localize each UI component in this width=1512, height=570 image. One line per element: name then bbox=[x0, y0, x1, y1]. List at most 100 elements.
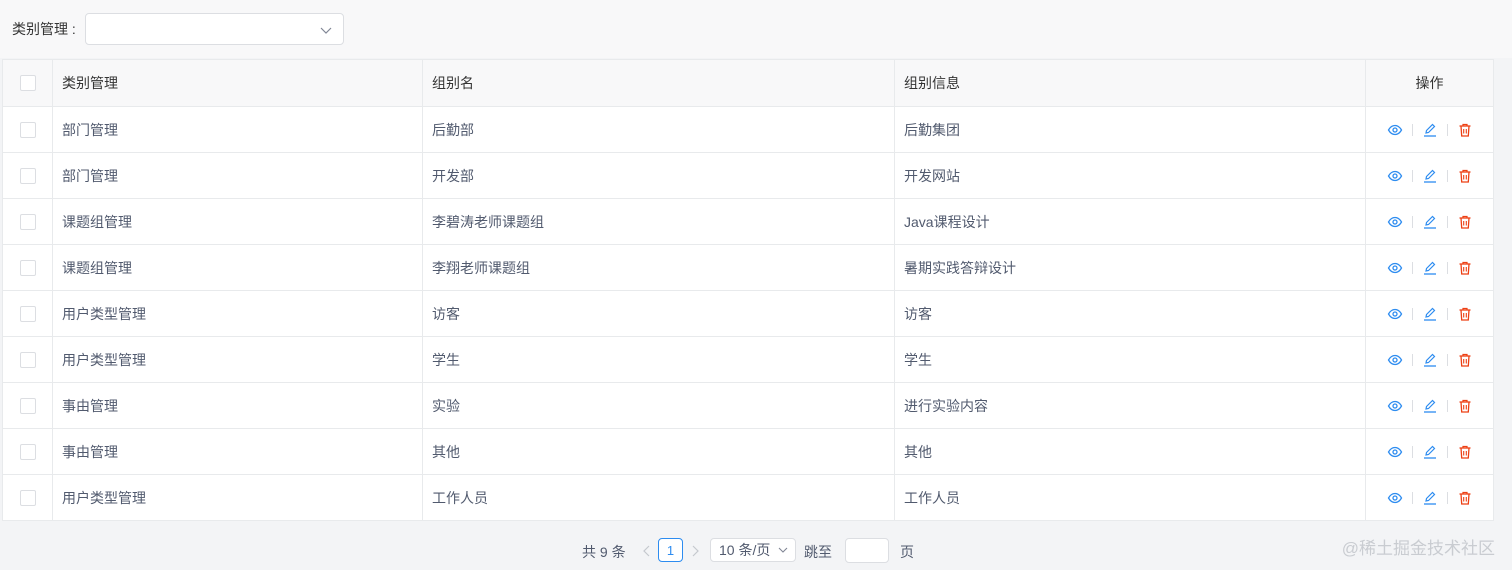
action-divider bbox=[1446, 261, 1448, 274]
table-header: 类别管理 组别名 组别信息 操作 bbox=[3, 60, 1493, 107]
table-row: 事由管理 实验 进行实验内容 bbox=[3, 383, 1493, 429]
edit-icon[interactable] bbox=[1421, 213, 1439, 231]
page-size-select[interactable]: 10 条/页 bbox=[710, 538, 796, 562]
action-divider bbox=[1446, 353, 1448, 366]
edit-icon[interactable] bbox=[1421, 489, 1439, 507]
column-header-category[interactable]: 类别管理 bbox=[53, 60, 423, 106]
row-checkbox-cell bbox=[3, 245, 53, 290]
row-group-info: 后勤集团 bbox=[895, 107, 1366, 152]
eye-icon[interactable] bbox=[1386, 397, 1404, 415]
trash-icon[interactable] bbox=[1456, 121, 1474, 139]
row-checkbox[interactable] bbox=[19, 305, 36, 322]
row-category: 部门管理 bbox=[53, 107, 423, 152]
row-actions bbox=[1366, 337, 1493, 382]
row-checkbox[interactable] bbox=[19, 259, 36, 276]
row-actions bbox=[1366, 107, 1493, 152]
row-checkbox-cell bbox=[3, 475, 53, 521]
row-checkbox-cell bbox=[3, 107, 53, 152]
row-actions bbox=[1366, 153, 1493, 198]
edit-icon[interactable] bbox=[1421, 397, 1439, 415]
jump-label: 跳至 bbox=[804, 544, 832, 560]
row-checkbox[interactable] bbox=[19, 121, 36, 138]
row-group-name: 李翔老师课题组 bbox=[423, 245, 895, 290]
eye-icon[interactable] bbox=[1386, 443, 1404, 461]
row-checkbox[interactable] bbox=[19, 213, 36, 230]
prev-page-icon[interactable] bbox=[640, 543, 654, 559]
eye-icon[interactable] bbox=[1386, 213, 1404, 231]
category-select[interactable] bbox=[85, 13, 344, 45]
row-checkbox[interactable] bbox=[19, 351, 36, 368]
row-checkbox-cell bbox=[3, 153, 53, 198]
row-group-info: 开发网站 bbox=[895, 153, 1366, 198]
filter-label: 类别管理 : bbox=[12, 21, 76, 37]
row-group-name: 学生 bbox=[423, 337, 895, 382]
trash-icon[interactable] bbox=[1456, 259, 1474, 277]
row-category: 课题组管理 bbox=[53, 245, 423, 290]
eye-icon[interactable] bbox=[1386, 489, 1404, 507]
table-row: 事由管理 其他 其他 bbox=[3, 429, 1493, 475]
row-group-info: 其他 bbox=[895, 429, 1366, 474]
action-divider bbox=[1446, 215, 1448, 228]
pagination: 共 9 条 1 10 条/页 跳至 页 bbox=[0, 537, 1512, 565]
row-category: 用户类型管理 bbox=[53, 475, 423, 521]
row-group-info: 学生 bbox=[895, 337, 1366, 382]
row-category: 用户类型管理 bbox=[53, 337, 423, 382]
column-header-group-name[interactable]: 组别名 bbox=[423, 60, 895, 106]
trash-icon[interactable] bbox=[1456, 351, 1474, 369]
row-actions bbox=[1366, 199, 1493, 244]
table-row: 用户类型管理 工作人员 工作人员 bbox=[3, 475, 1493, 521]
row-checkbox-cell bbox=[3, 337, 53, 382]
row-category: 用户类型管理 bbox=[53, 291, 423, 336]
action-divider bbox=[1411, 492, 1413, 504]
eye-icon[interactable] bbox=[1386, 167, 1404, 185]
row-category: 部门管理 bbox=[53, 153, 423, 198]
action-divider bbox=[1446, 169, 1448, 182]
edit-icon[interactable] bbox=[1421, 305, 1439, 323]
data-table: 类别管理 组别名 组别信息 操作 部门管理 后勤部 后勤集团 部门管理 开发部 开发网站… bbox=[2, 59, 1494, 521]
trash-icon[interactable] bbox=[1456, 213, 1474, 231]
trash-icon[interactable] bbox=[1456, 489, 1474, 507]
row-group-info: Java课程设计 bbox=[895, 199, 1366, 244]
edit-icon[interactable] bbox=[1421, 351, 1439, 369]
row-group-name: 工作人员 bbox=[423, 475, 895, 521]
row-category: 事由管理 bbox=[53, 429, 423, 474]
row-category: 事由管理 bbox=[53, 383, 423, 428]
table-row: 课题组管理 李翔老师课题组 暑期实践答辩设计 bbox=[3, 245, 1493, 291]
trash-icon[interactable] bbox=[1456, 167, 1474, 185]
edit-icon[interactable] bbox=[1421, 259, 1439, 277]
edit-icon[interactable] bbox=[1421, 121, 1439, 139]
action-divider bbox=[1446, 399, 1448, 412]
trash-icon[interactable] bbox=[1456, 305, 1474, 323]
eye-icon[interactable] bbox=[1386, 305, 1404, 323]
row-group-info: 访客 bbox=[895, 291, 1366, 336]
row-checkbox[interactable] bbox=[19, 397, 36, 414]
action-divider bbox=[1446, 445, 1448, 458]
column-header-actions: 操作 bbox=[1415, 75, 1444, 91]
row-group-name: 其他 bbox=[423, 429, 895, 474]
eye-icon[interactable] bbox=[1386, 259, 1404, 277]
row-checkbox[interactable] bbox=[19, 443, 36, 460]
row-checkbox[interactable] bbox=[19, 167, 36, 184]
jump-page-input[interactable] bbox=[845, 538, 889, 563]
next-page-icon[interactable] bbox=[688, 543, 702, 559]
edit-icon[interactable] bbox=[1421, 167, 1439, 185]
row-group-info: 暑期实践答辩设计 bbox=[895, 245, 1366, 290]
action-divider bbox=[1411, 353, 1413, 366]
row-checkbox-cell bbox=[3, 291, 53, 336]
row-checkbox-cell bbox=[3, 429, 53, 474]
row-actions bbox=[1366, 429, 1493, 474]
row-checkbox-cell bbox=[3, 199, 53, 244]
table-row: 用户类型管理 学生 学生 bbox=[3, 337, 1493, 383]
action-divider bbox=[1411, 169, 1413, 182]
trash-icon[interactable] bbox=[1456, 397, 1474, 415]
edit-icon[interactable] bbox=[1421, 443, 1439, 461]
select-all-checkbox[interactable] bbox=[19, 75, 36, 91]
row-checkbox[interactable] bbox=[19, 490, 36, 506]
page-item-current[interactable]: 1 bbox=[658, 538, 683, 562]
column-header-group-info[interactable]: 组别信息 bbox=[895, 60, 1366, 106]
header-checkbox-cell bbox=[3, 60, 53, 106]
row-actions bbox=[1366, 383, 1493, 428]
eye-icon[interactable] bbox=[1386, 351, 1404, 369]
eye-icon[interactable] bbox=[1386, 121, 1404, 139]
trash-icon[interactable] bbox=[1456, 443, 1474, 461]
